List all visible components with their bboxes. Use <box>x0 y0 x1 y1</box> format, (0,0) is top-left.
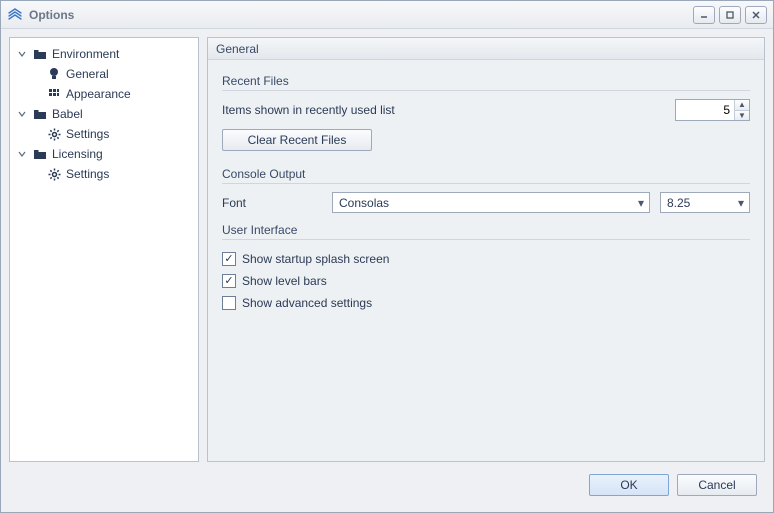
tree-node-environment[interactable]: Environment <box>12 44 196 64</box>
tree-node-appearance[interactable]: Appearance <box>12 84 196 104</box>
window-buttons <box>693 6 767 24</box>
recent-items-label: Items shown in recently used list <box>222 103 667 117</box>
dialog-footer: OK Cancel <box>9 470 765 504</box>
content-panel: General Recent Files Items shown in rece… <box>207 37 765 462</box>
tree-label: Settings <box>66 167 109 181</box>
checkbox-levelbars[interactable] <box>222 274 236 288</box>
section-console-output: Console Output <box>222 167 750 181</box>
nav-tree[interactable]: Environment General Appearance Babel <box>9 37 199 462</box>
tree-node-licensing-settings[interactable]: Settings <box>12 164 196 184</box>
folder-icon <box>32 48 48 60</box>
app-icon <box>7 7 23 23</box>
caret-down-icon[interactable] <box>16 50 28 58</box>
tree-label: Licensing <box>52 147 103 161</box>
font-combo-value: Consolas <box>333 196 633 210</box>
font-row: Font Consolas ▾ 8.25 ▾ <box>222 192 750 213</box>
tree-label: Environment <box>52 47 119 61</box>
tree-node-general[interactable]: General <box>12 64 196 84</box>
clear-recent-files-button[interactable]: Clear Recent Files <box>222 129 372 151</box>
close-button[interactable] <box>745 6 767 24</box>
divider <box>222 90 750 91</box>
folder-icon <box>32 108 48 120</box>
checkbox-levelbars-label: Show level bars <box>242 274 327 288</box>
font-label: Font <box>222 196 322 210</box>
font-combo[interactable]: Consolas ▾ <box>332 192 650 213</box>
font-size-value: 8.25 <box>661 196 733 210</box>
tree-node-licensing[interactable]: Licensing <box>12 144 196 164</box>
gear-icon <box>46 168 62 181</box>
recent-items-row: Items shown in recently used list ▲ ▼ <box>222 99 750 121</box>
cancel-button[interactable]: Cancel <box>677 474 757 496</box>
recent-items-spinner[interactable]: ▲ ▼ <box>675 99 750 121</box>
bulb-icon <box>46 67 62 81</box>
divider <box>222 183 750 184</box>
tree-label: Settings <box>66 127 109 141</box>
section-recent-files: Recent Files <box>222 74 750 88</box>
font-size-combo[interactable]: 8.25 ▾ <box>660 192 750 213</box>
checkbox-splash[interactable] <box>222 252 236 266</box>
recent-items-input[interactable] <box>676 100 734 120</box>
checkbox-advanced-label: Show advanced settings <box>242 296 372 310</box>
panes: Environment General Appearance Babel <box>9 37 765 462</box>
chevron-down-icon[interactable]: ▾ <box>633 193 649 212</box>
spinner-up-icon[interactable]: ▲ <box>735 100 749 110</box>
gear-icon <box>46 128 62 141</box>
window-title: Options <box>29 8 693 22</box>
chevron-down-icon[interactable]: ▾ <box>733 193 749 212</box>
page-title: General <box>208 38 764 60</box>
spinner-down-icon[interactable]: ▼ <box>735 110 749 120</box>
title-bar: Options <box>1 1 773 29</box>
tree-label: General <box>66 67 109 81</box>
checkbox-advanced-row[interactable]: Show advanced settings <box>222 292 750 314</box>
tree-label: Babel <box>52 107 83 121</box>
caret-down-icon[interactable] <box>16 150 28 158</box>
section-user-interface: User Interface <box>222 223 750 237</box>
caret-down-icon[interactable] <box>16 110 28 118</box>
options-window: Options Environment General <box>0 0 774 513</box>
grid-icon <box>46 88 62 100</box>
checkbox-splash-label: Show startup splash screen <box>242 252 389 266</box>
tree-label: Appearance <box>66 87 131 101</box>
checkbox-levelbars-row[interactable]: Show level bars <box>222 270 750 292</box>
folder-icon <box>32 148 48 160</box>
divider <box>222 239 750 240</box>
maximize-button[interactable] <box>719 6 741 24</box>
minimize-button[interactable] <box>693 6 715 24</box>
ok-button[interactable]: OK <box>589 474 669 496</box>
checkbox-splash-row[interactable]: Show startup splash screen <box>222 248 750 270</box>
page-body: Recent Files Items shown in recently use… <box>208 60 764 461</box>
checkbox-advanced[interactable] <box>222 296 236 310</box>
tree-node-babel-settings[interactable]: Settings <box>12 124 196 144</box>
tree-node-babel[interactable]: Babel <box>12 104 196 124</box>
window-body: Environment General Appearance Babel <box>1 29 773 512</box>
